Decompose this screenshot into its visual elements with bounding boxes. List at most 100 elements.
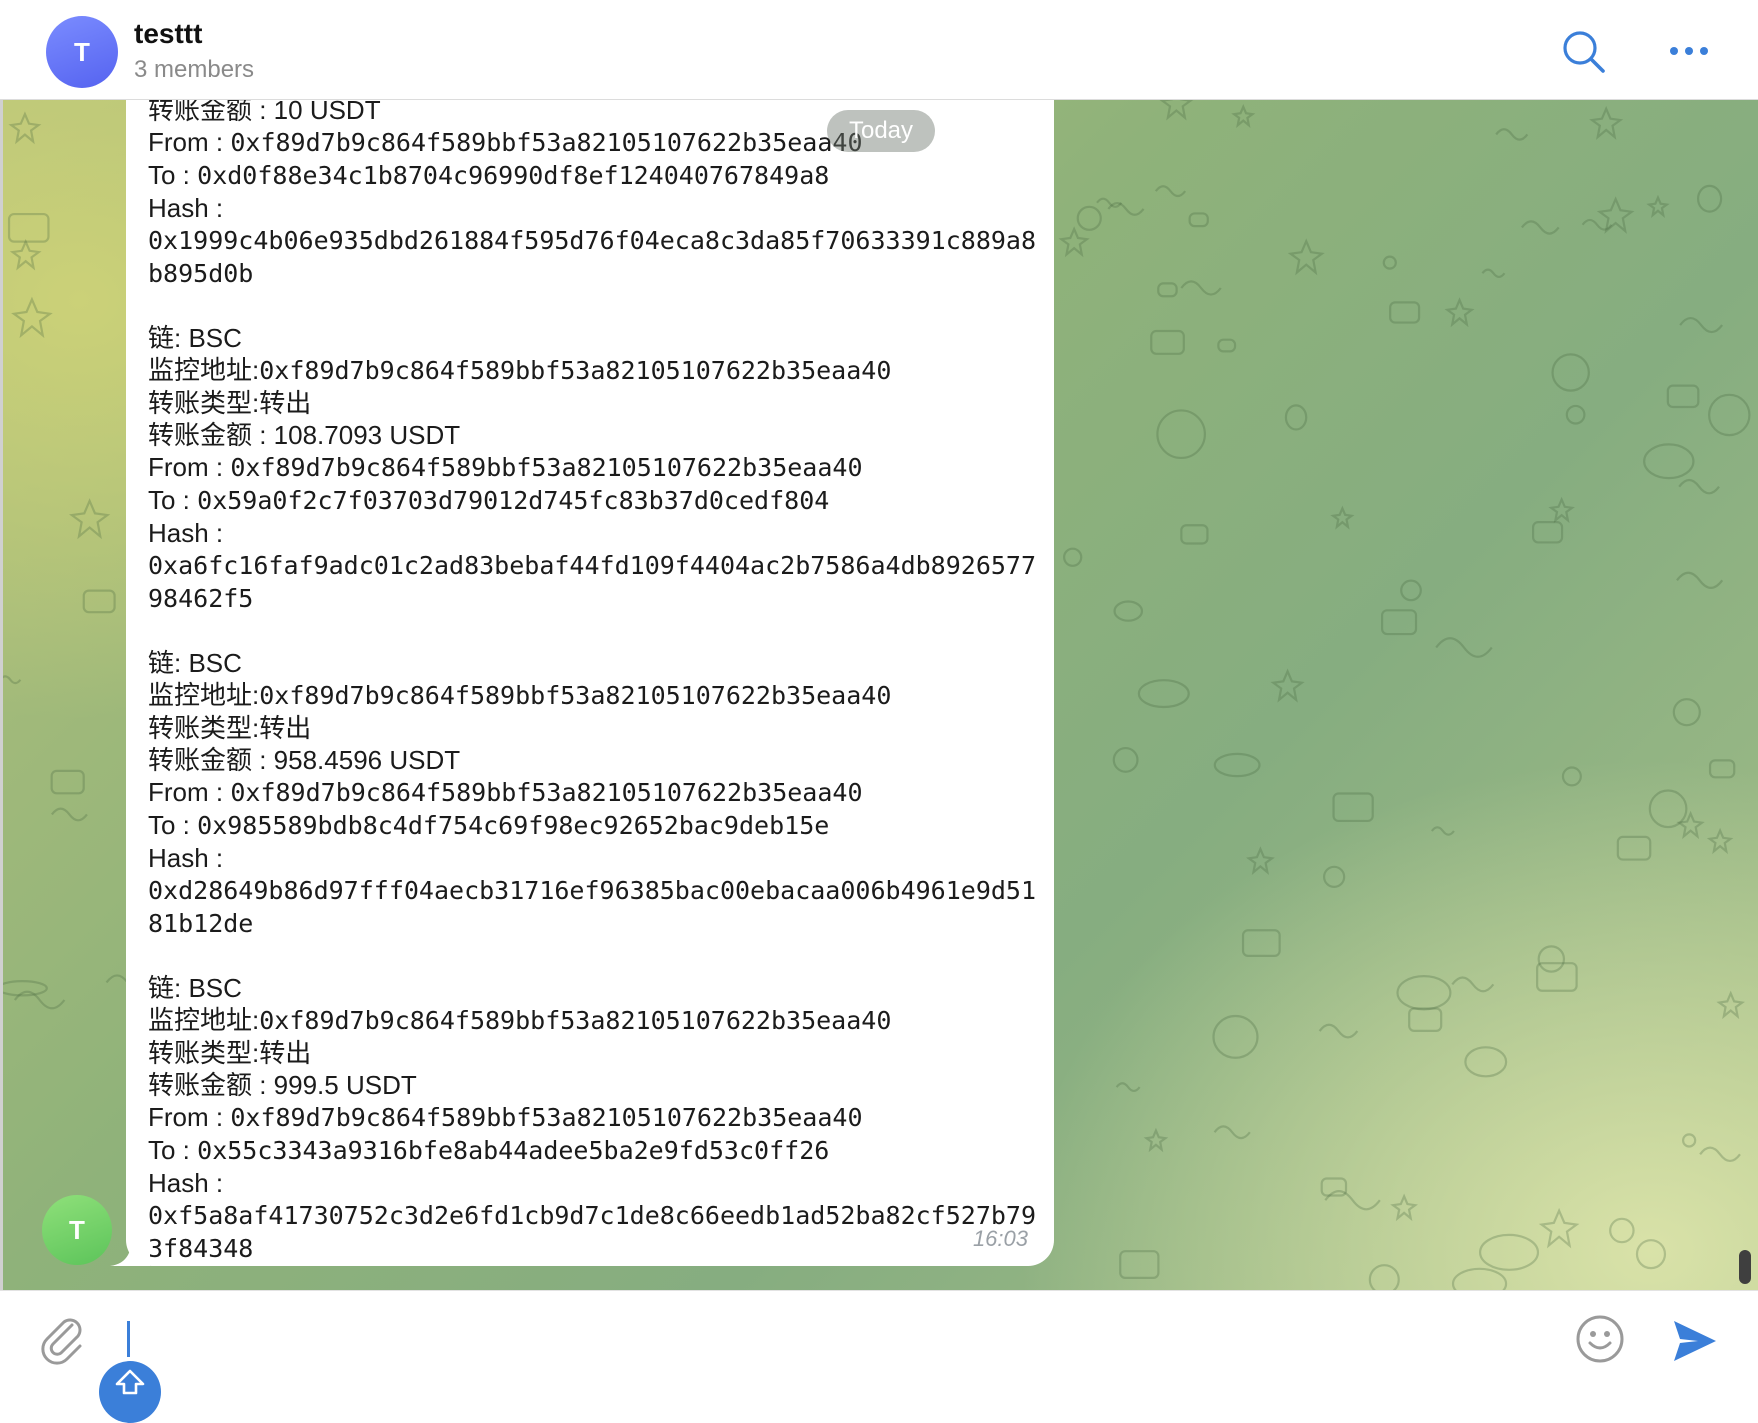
doodle-shape bbox=[1390, 1193, 1418, 1222]
doodle-shape bbox=[1561, 766, 1582, 787]
doodle-shape bbox=[1287, 238, 1325, 276]
line-value: 0xd28649b86d97fff04aecb31716ef96385bac00… bbox=[148, 876, 1037, 938]
message-line: 链: BSC bbox=[148, 647, 1038, 679]
doodle-shape bbox=[1596, 196, 1635, 234]
group-avatar[interactable]: T bbox=[46, 16, 118, 88]
doodle-shape bbox=[1217, 338, 1237, 353]
doodle-shape bbox=[1666, 384, 1700, 409]
line-text: Hash : bbox=[148, 1168, 224, 1198]
line-text: Hash : bbox=[148, 518, 224, 548]
line-text: 链: BSC bbox=[148, 973, 242, 1003]
doodle-shape bbox=[1180, 280, 1222, 296]
doodle-shape bbox=[1400, 579, 1422, 602]
chat-title[interactable]: testtt bbox=[134, 18, 202, 50]
doodle-shape bbox=[1157, 282, 1178, 298]
line-label: To : bbox=[148, 1135, 198, 1165]
line-value: 0x985589bdb8c4df754c69f98ec92652bac9deb1… bbox=[197, 811, 830, 840]
line-label: To : bbox=[148, 810, 198, 840]
doodle-shape bbox=[1551, 353, 1590, 392]
message-line: From : 0xf89d7b9c864f589bbf53a8210510762… bbox=[148, 776, 1038, 809]
message-line: 监控地址:0xf89d7b9c864f589bbf53a82105107622b… bbox=[148, 1004, 1038, 1037]
line-value: 0x55c3343a9316bfe8ab44adee5ba2e9fd53c0ff… bbox=[197, 1136, 830, 1165]
line-label: From : bbox=[148, 452, 231, 482]
doodle-shape bbox=[1063, 547, 1083, 567]
message-line: 0xf5a8af41730752c3d2e6fd1cb9d7c1de8c66ee… bbox=[148, 1199, 1038, 1265]
message-line: 转账类型:转出 bbox=[148, 387, 1038, 419]
doodle-shape bbox=[1270, 668, 1305, 703]
message-line: To : 0x55c3343a9316bfe8ab44adee5ba2e9fd5… bbox=[148, 1134, 1038, 1167]
doodle-shape bbox=[1589, 105, 1624, 140]
line-value: 0xf89d7b9c864f589bbf53a82105107622b35eaa… bbox=[230, 453, 863, 482]
doodle-shape bbox=[1396, 975, 1452, 1011]
doodle-shape bbox=[1521, 220, 1560, 235]
line-value: 0xf89d7b9c864f589bbf53a82105107622b35eaa… bbox=[259, 356, 892, 385]
doodle-shape bbox=[1143, 1127, 1169, 1153]
doodle-shape bbox=[11, 296, 53, 339]
doodle-shape bbox=[1241, 929, 1281, 958]
doodle-shape bbox=[1451, 1267, 1508, 1290]
doodle-shape bbox=[1284, 404, 1308, 431]
search-icon[interactable] bbox=[1560, 28, 1606, 74]
doodle-shape bbox=[1137, 679, 1190, 709]
message-time: 16:03 bbox=[972, 1226, 1028, 1251]
message-line: 转账金额 : 958.4596 USDT bbox=[148, 744, 1038, 776]
line-value: 0xf89d7b9c864f589bbf53a82105107622b35eaa… bbox=[259, 1006, 892, 1035]
line-text: 转账金额 : 999.5 USDT bbox=[148, 1070, 417, 1100]
doodle-shape bbox=[1696, 184, 1723, 213]
line-label: 监控地址: bbox=[148, 1005, 260, 1035]
smiley-icon[interactable] bbox=[1574, 1313, 1626, 1365]
paperclip-icon[interactable] bbox=[36, 1311, 90, 1365]
message-text: 转账金额 : 10 USDT From : 0xf89d7b9c864f589bb… bbox=[148, 100, 1038, 1265]
chat-header: T testtt 3 members bbox=[0, 0, 1758, 100]
doodle-shape bbox=[1672, 698, 1701, 727]
doodle-shape bbox=[1318, 1023, 1359, 1039]
doodle-shape bbox=[1679, 316, 1724, 334]
message-line: 监控地址:0xf89d7b9c864f589bbf53a82105107622b… bbox=[148, 354, 1038, 387]
send-icon[interactable] bbox=[1670, 1317, 1720, 1365]
doodle-shape bbox=[1213, 752, 1261, 778]
message-input[interactable] bbox=[120, 1315, 1524, 1367]
doodle-shape bbox=[1156, 409, 1206, 460]
doodle-shape bbox=[1537, 945, 1566, 973]
doodle-shape bbox=[1159, 100, 1194, 121]
line-label: 监控地址: bbox=[148, 355, 260, 385]
doodle-shape bbox=[1213, 1125, 1251, 1140]
line-value: 0xf89d7b9c864f589bbf53a82105107622b35eaa… bbox=[230, 778, 863, 807]
message-line: 转账类型:转出 bbox=[148, 1037, 1038, 1069]
line-text: 链: BSC bbox=[148, 648, 242, 678]
doodle-shape bbox=[1708, 393, 1751, 437]
line-label: From : bbox=[148, 1102, 231, 1132]
message-line: 监控地址:0xf89d7b9c864f589bbf53a82105107622b… bbox=[148, 679, 1038, 712]
line-value: 0xa6fc16faf9adc01c2ad83bebaf44fd109f4404… bbox=[148, 551, 1037, 613]
doodle-shape bbox=[1609, 1217, 1635, 1244]
message-bubble[interactable]: 转账金额 : 10 USDT From : 0xf89d7b9c864f589bb… bbox=[126, 100, 1054, 1266]
doodle-shape bbox=[1382, 255, 1397, 270]
message-line: 0xa6fc16faf9adc01c2ad83bebaf44fd109f4404… bbox=[148, 549, 1038, 615]
doodle-shape bbox=[1324, 1190, 1381, 1211]
more-dots-icon[interactable] bbox=[1666, 36, 1712, 66]
doodle-shape bbox=[7, 212, 50, 243]
doodle-shape bbox=[50, 807, 88, 822]
doodle-shape bbox=[1464, 1046, 1508, 1078]
line-text: 链: BSC bbox=[148, 323, 242, 353]
line-value: 0xf89d7b9c864f589bbf53a82105107622b35eaa… bbox=[259, 681, 892, 710]
doodle-shape bbox=[1444, 297, 1475, 328]
doodle-shape bbox=[1478, 1233, 1540, 1271]
line-value: 0xd0f88e34c1b8704c96990df8ef124040767849… bbox=[197, 161, 830, 190]
message-line: 转账类型:转出 bbox=[148, 712, 1038, 744]
doodle-shape bbox=[1481, 268, 1506, 279]
scrollbar-thumb[interactable] bbox=[1739, 1250, 1751, 1284]
window-edge bbox=[0, 100, 3, 1290]
bubble-tail bbox=[110, 1242, 150, 1266]
message-line: From : 0xf89d7b9c864f589bbf53a8210510762… bbox=[148, 451, 1038, 484]
doodle-shape bbox=[1616, 835, 1652, 861]
line-label: To : bbox=[148, 160, 198, 190]
doodle-shape bbox=[1430, 826, 1455, 836]
doodle-shape bbox=[1635, 1239, 1667, 1270]
doodle-shape bbox=[1451, 976, 1495, 993]
doodle-shape bbox=[1538, 1207, 1580, 1249]
sender-avatar[interactable]: T bbox=[42, 1195, 112, 1265]
doodle-shape bbox=[1676, 810, 1705, 840]
